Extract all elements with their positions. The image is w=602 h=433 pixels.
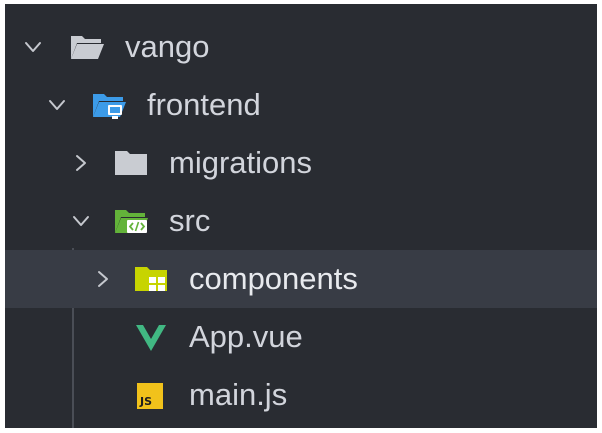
tree-item-main-js[interactable]: JS main.js — [5, 366, 597, 424]
tree-item-label: App.vue — [189, 319, 303, 354]
file-explorer-panel: vango frontend migrations src components… — [5, 4, 597, 428]
svg-text:JS: JS — [139, 395, 152, 408]
chevron-down-icon[interactable] — [47, 95, 67, 115]
folder-open-blue-icon — [93, 94, 126, 119]
tree-item-label: main.js — [189, 377, 288, 412]
js-file-icon: JS — [137, 383, 163, 409]
chevron-down-icon[interactable] — [71, 211, 91, 231]
tree-item-label: components — [189, 261, 358, 296]
chevron-right-icon[interactable] — [71, 153, 91, 173]
folder-closed-icon — [115, 151, 147, 175]
folder-src-green-icon — [115, 210, 148, 233]
folder-open-icon — [71, 36, 104, 59]
tree-item-app-vue[interactable]: App.vue — [5, 308, 597, 366]
tree-item-label: frontend — [147, 87, 261, 122]
tree-item-frontend[interactable]: frontend — [5, 76, 597, 134]
tree-item-vango[interactable]: vango — [5, 18, 597, 76]
chevron-right-icon[interactable] — [93, 269, 113, 289]
tree-item-components[interactable]: components — [5, 250, 597, 308]
tree-item-migrations[interactable]: migrations — [5, 134, 597, 192]
vue-file-icon — [136, 325, 166, 351]
tree-item-src[interactable]: src — [5, 192, 597, 250]
folder-components-yellow-icon — [135, 267, 167, 291]
chevron-down-icon[interactable] — [23, 37, 43, 57]
tree-item-label: migrations — [169, 145, 312, 180]
tree-item-label: vango — [125, 29, 210, 64]
tree-item-label: src — [169, 203, 211, 238]
